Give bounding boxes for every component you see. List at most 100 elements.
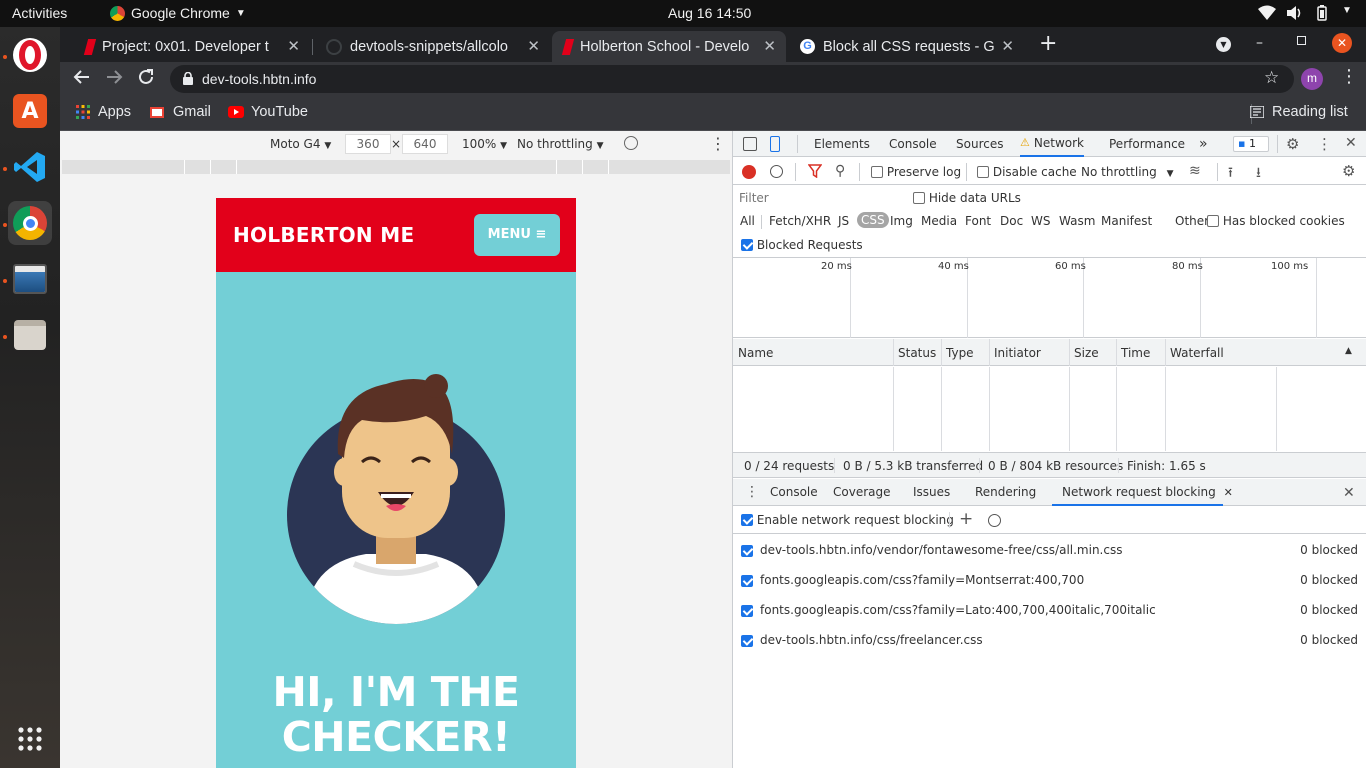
- close-drawer-tab-icon[interactable]: ✕: [1224, 486, 1233, 499]
- pattern-checkbox[interactable]: [741, 575, 753, 587]
- issues-counter[interactable]: ▪ 1: [1233, 136, 1269, 152]
- tab-holberton[interactable]: Holberton School - Develo ✕: [552, 31, 786, 62]
- column-waterfall[interactable]: Waterfall: [1170, 346, 1224, 360]
- chrome-dock-icon[interactable]: [8, 201, 52, 245]
- blocking-pattern-row[interactable]: dev-tools.hbtn.info/vendor/fontawesome-f…: [733, 535, 1366, 565]
- close-tab-icon[interactable]: ✕: [763, 37, 776, 55]
- drawer-tab-issues[interactable]: Issues: [913, 479, 950, 505]
- hide-data-urls-checkbox[interactable]: Hide data URLs: [913, 191, 1021, 205]
- chrome-menu-icon[interactable]: ⋮: [1340, 68, 1358, 86]
- drawer-tab-coverage[interactable]: Coverage: [833, 479, 891, 505]
- blocking-pattern-row[interactable]: fonts.googleapis.com/css?family=Montserr…: [733, 565, 1366, 595]
- disable-cache-checkbox[interactable]: Disable cache: [977, 165, 1077, 179]
- column-name[interactable]: Name: [738, 346, 773, 360]
- address-bar[interactable]: dev-tools.hbtn.info ☆: [170, 65, 1294, 93]
- tab-elements[interactable]: Elements: [814, 131, 870, 157]
- inspect-element-icon[interactable]: [743, 137, 757, 151]
- devtools-menu-icon[interactable]: ⋮: [1317, 135, 1332, 153]
- maximize-icon[interactable]: [1297, 36, 1306, 45]
- back-arrow-icon[interactable]: [73, 68, 91, 86]
- youtube-bookmark[interactable]: YouTube: [228, 104, 308, 120]
- checkbox[interactable]: [871, 166, 883, 178]
- column-initiator[interactable]: Initiator: [994, 346, 1041, 360]
- network-settings-gear-icon[interactable]: ⚙: [1342, 162, 1355, 180]
- tab-performance[interactable]: Performance: [1109, 131, 1185, 157]
- network-conditions-icon[interactable]: ≋: [1189, 163, 1201, 179]
- type-js[interactable]: JS: [838, 214, 849, 228]
- requests-table-body[interactable]: [733, 367, 1366, 451]
- settings-gear-icon[interactable]: ⚙: [1286, 135, 1299, 153]
- new-tab-plus-icon[interactable]: +: [1039, 31, 1057, 56]
- pattern-checkbox[interactable]: [741, 545, 753, 557]
- battery-icon[interactable]: [1316, 5, 1328, 21]
- checkbox[interactable]: [741, 514, 753, 526]
- app-menu[interactable]: Google Chrome ▼: [110, 5, 246, 21]
- more-tabs-chevron-icon[interactable]: »: [1199, 131, 1208, 157]
- add-pattern-plus-icon[interactable]: +: [959, 509, 973, 529]
- has-blocked-cookies-checkbox[interactable]: Has blocked cookies: [1207, 214, 1345, 228]
- import-har-icon[interactable]: ⭱: [1228, 162, 1233, 186]
- type-other[interactable]: Other: [1175, 214, 1209, 228]
- preserve-log-checkbox[interactable]: Preserve log: [871, 165, 961, 179]
- media-query-bar[interactable]: [62, 160, 730, 174]
- opera-dock-icon[interactable]: [8, 33, 52, 77]
- tab-project[interactable]: Project: 0x01. Developer t ✕: [74, 31, 310, 62]
- tab-search-icon[interactable]: ▼: [1216, 37, 1231, 52]
- page-brand[interactable]: HOLBERTON ME: [233, 223, 414, 247]
- bookmark-star-icon[interactable]: ☆: [1264, 68, 1279, 88]
- type-manifest[interactable]: Manifest: [1101, 214, 1152, 228]
- type-img[interactable]: Img: [890, 214, 913, 228]
- close-window-icon[interactable]: ✕: [1332, 33, 1352, 53]
- close-tab-icon[interactable]: ✕: [1001, 37, 1014, 55]
- type-css[interactable]: CSS: [857, 212, 889, 228]
- column-type[interactable]: Type: [946, 346, 974, 360]
- checkbox[interactable]: [1207, 215, 1219, 227]
- gmail-bookmark[interactable]: Gmail: [150, 104, 211, 120]
- close-tab-icon[interactable]: ✕: [287, 37, 300, 55]
- reload-icon[interactable]: [137, 68, 155, 86]
- remove-all-patterns-icon[interactable]: [988, 514, 1001, 527]
- type-wasm[interactable]: Wasm: [1059, 214, 1095, 228]
- type-media[interactable]: Media: [921, 214, 957, 228]
- device-height-input[interactable]: 640: [402, 134, 448, 154]
- column-status[interactable]: Status: [898, 346, 936, 360]
- profile-avatar[interactable]: m: [1301, 68, 1323, 90]
- minimize-icon[interactable]: –: [1256, 35, 1263, 51]
- blocked-requests-checkbox[interactable]: Blocked Requests: [741, 238, 863, 252]
- device-toolbar-more-icon[interactable]: ⋮: [710, 134, 726, 153]
- software-center-dock-icon[interactable]: A: [8, 89, 52, 133]
- column-size[interactable]: Size: [1074, 346, 1099, 360]
- blocking-pattern-row[interactable]: fonts.googleapis.com/css?family=Lato:400…: [733, 595, 1366, 625]
- tab-network[interactable]: ⚠ Network: [1020, 131, 1084, 157]
- close-drawer-icon[interactable]: ✕: [1343, 485, 1355, 501]
- clock[interactable]: Aug 16 14:50: [668, 5, 751, 21]
- throttling-select[interactable]: No throttling ▼: [517, 137, 604, 151]
- activities-button[interactable]: Activities: [12, 5, 67, 21]
- device-width-input[interactable]: 360: [345, 134, 391, 154]
- close-tab-icon[interactable]: ✕: [527, 37, 540, 55]
- close-devtools-icon[interactable]: ✕: [1345, 135, 1357, 151]
- zoom-select[interactable]: 100% ▼: [462, 137, 507, 151]
- drawer-menu-icon[interactable]: ⋮: [745, 484, 759, 500]
- lock-icon[interactable]: [183, 72, 193, 85]
- reading-list-button[interactable]: Reading list: [1250, 104, 1348, 120]
- vscode-dock-icon[interactable]: [8, 145, 52, 189]
- volume-icon[interactable]: [1286, 5, 1304, 21]
- type-doc[interactable]: Doc: [1000, 214, 1023, 228]
- filter-input[interactable]: [739, 189, 899, 207]
- system-menu-chevron-icon[interactable]: ▼: [1342, 5, 1352, 16]
- device-toggle-icon[interactable]: [770, 136, 780, 152]
- pattern-checkbox[interactable]: [741, 605, 753, 617]
- column-time[interactable]: Time: [1121, 346, 1150, 360]
- drawer-tab-rendering[interactable]: Rendering: [975, 479, 1036, 505]
- remote-desktop-dock-icon[interactable]: [8, 257, 52, 301]
- network-throttling-select[interactable]: No throttling ▼: [1081, 165, 1174, 179]
- tab-block-css[interactable]: G Block all CSS requests - Go ✕: [788, 31, 1024, 62]
- filter-funnel-icon[interactable]: [808, 164, 822, 178]
- network-overview[interactable]: 20 ms 40 ms 60 ms 80 ms 100 ms: [733, 258, 1366, 338]
- drawer-tab-console[interactable]: Console: [770, 479, 818, 505]
- wifi-icon[interactable]: [1258, 5, 1276, 21]
- clear-icon[interactable]: [770, 165, 783, 178]
- drawer-tab-request-blocking[interactable]: Network request blocking ✕: [1052, 479, 1233, 506]
- checkbox[interactable]: [913, 192, 925, 204]
